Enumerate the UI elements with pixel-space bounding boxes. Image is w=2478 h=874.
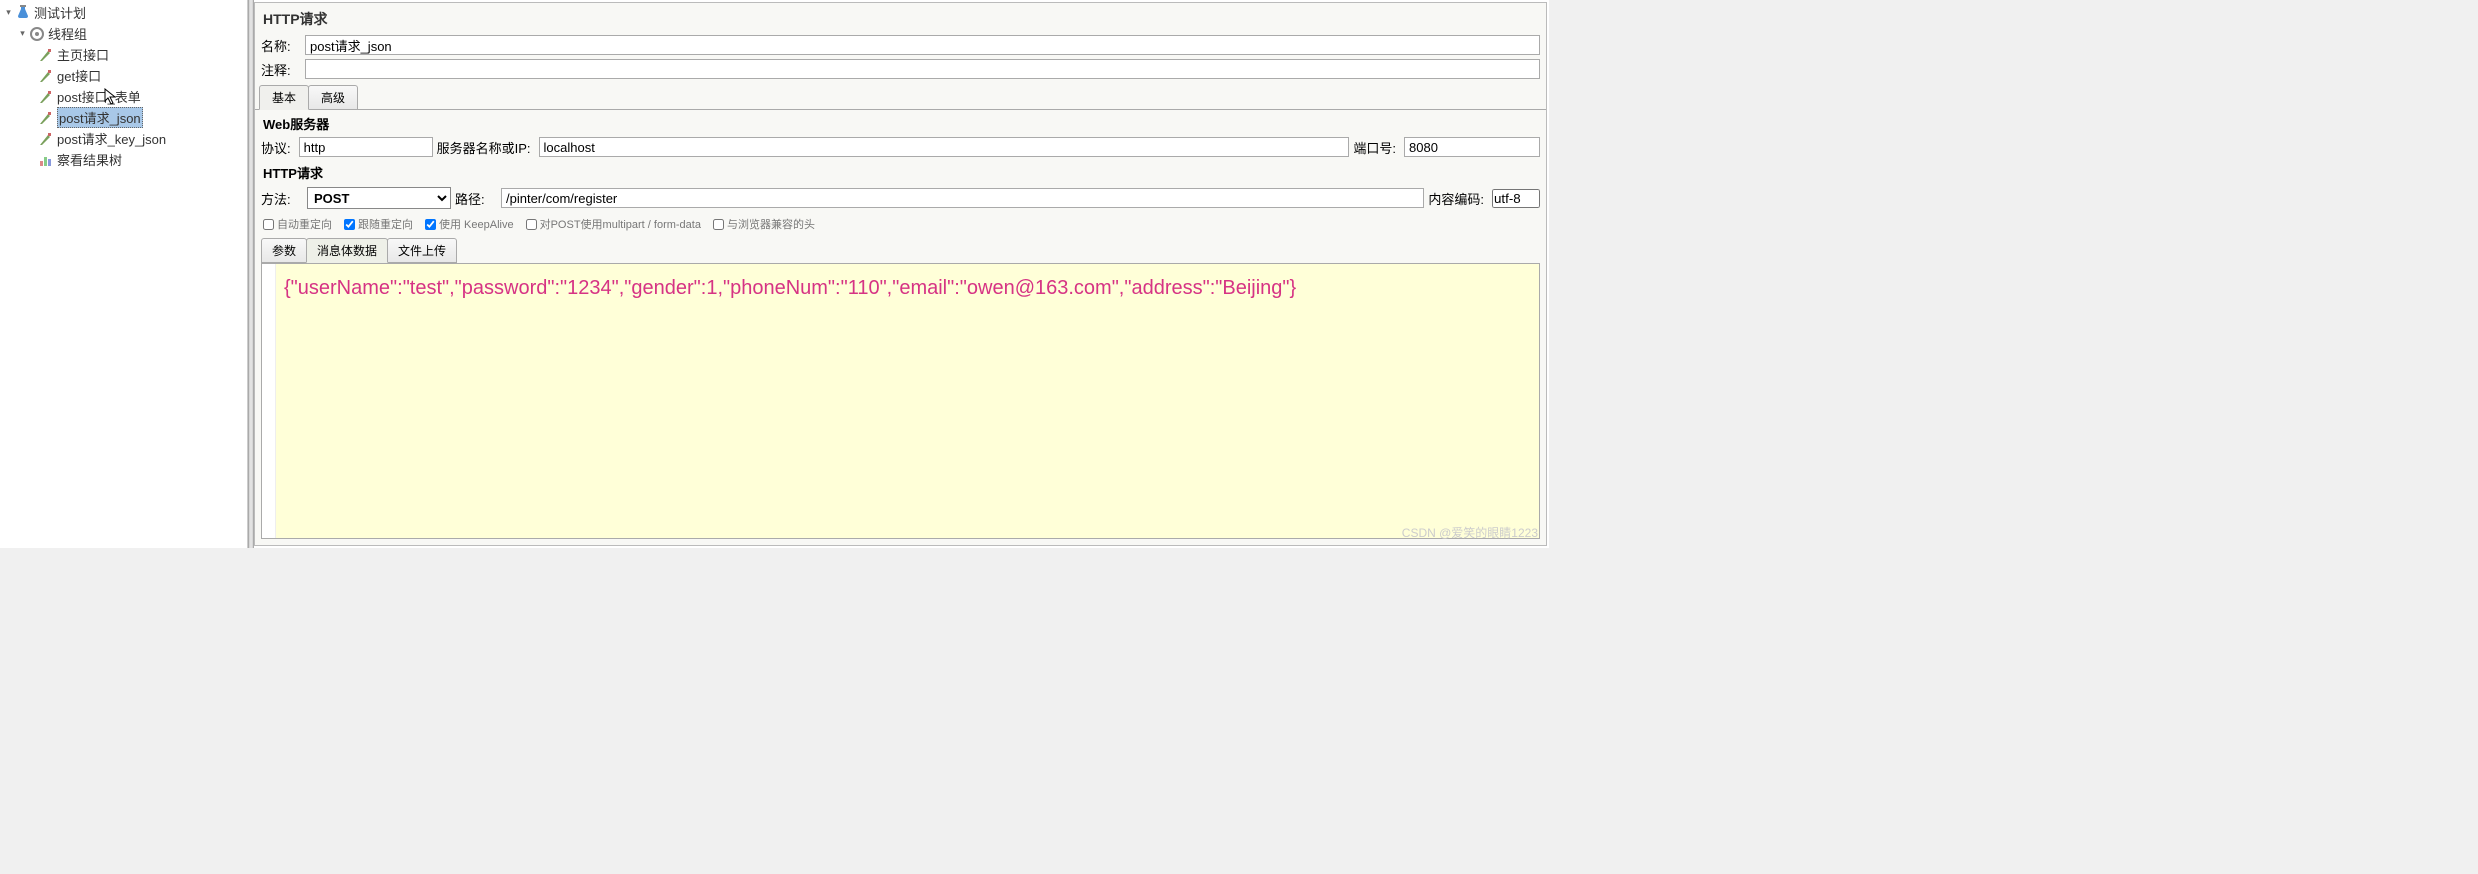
collapse-icon[interactable]: ▾ xyxy=(18,29,27,38)
tree-panel: ▾ 测试计划 ▾ 线程组 主页接口 get接口 post接口_表单 xyxy=(0,0,248,548)
tree-item-label: get接口 xyxy=(57,66,101,85)
tree-root-label: 测试计划 xyxy=(34,3,86,22)
tab-params[interactable]: 参数 xyxy=(261,238,307,263)
gear-icon xyxy=(29,26,45,42)
sampler-icon xyxy=(38,89,54,105)
name-input[interactable] xyxy=(305,35,1540,55)
tab-upload[interactable]: 文件上传 xyxy=(387,238,457,263)
main-panel: HTTP请求 名称: 注释: 基本 高级 Web服务器 协议: 服务器名称或IP… xyxy=(254,2,1547,546)
editor-gutter xyxy=(262,264,276,538)
sampler-icon xyxy=(38,110,54,126)
panel-title: HTTP请求 xyxy=(255,3,1546,33)
method-select[interactable]: POST xyxy=(307,187,451,209)
name-label: 名称: xyxy=(261,36,303,55)
beaker-icon xyxy=(15,5,31,21)
comment-label: 注释: xyxy=(261,60,303,79)
path-input[interactable] xyxy=(501,188,1424,208)
collapse-icon[interactable]: ▾ xyxy=(4,8,13,17)
editor-content[interactable]: {"userName":"test","password":"1234","ge… xyxy=(276,264,1539,538)
body-json-text: {"userName":"test","password":"1234","ge… xyxy=(284,277,1296,299)
enc-input[interactable] xyxy=(1492,189,1540,208)
path-label: 路径: xyxy=(455,189,497,208)
tree-item-0[interactable]: 主页接口 xyxy=(0,44,247,65)
proto-label: 协议: xyxy=(261,138,295,157)
options-row: 自动重定向 跟随重定向 使用 KeepAlive 对POST使用multipar… xyxy=(255,212,1546,236)
tree-group-label: 线程组 xyxy=(48,24,87,43)
browser-headers-check[interactable]: 与浏览器兼容的头 xyxy=(713,216,815,232)
tree-item-4[interactable]: post请求_key_json xyxy=(0,128,247,149)
tab-advanced[interactable]: 高级 xyxy=(308,85,358,109)
tab-basic[interactable]: 基本 xyxy=(259,85,309,110)
sampler-icon xyxy=(38,131,54,147)
watermark: CSDN @爱笑的眼睛1223 xyxy=(1402,524,1538,541)
method-label: 方法: xyxy=(261,189,303,208)
results-icon xyxy=(38,152,54,168)
tree-results[interactable]: 察看结果树 xyxy=(0,149,247,170)
tree-root[interactable]: ▾ 测试计划 xyxy=(0,2,247,23)
auto-redirect-check[interactable]: 自动重定向 xyxy=(263,216,332,232)
tree-item-2[interactable]: post接口_表单 xyxy=(0,86,247,107)
body-tab-bar: 参数 消息体数据 文件上传 xyxy=(255,238,1546,263)
tree-thread-group[interactable]: ▾ 线程组 xyxy=(0,23,247,44)
host-input[interactable] xyxy=(539,137,1350,157)
web-server-section: Web服务器 xyxy=(255,110,1546,135)
tree-results-label: 察看结果树 xyxy=(57,150,122,169)
enc-label: 内容编码: xyxy=(1428,189,1488,208)
host-label: 服务器名称或IP: xyxy=(437,138,535,157)
comment-input[interactable] xyxy=(305,59,1540,79)
multipart-check[interactable]: 对POST使用multipart / form-data xyxy=(526,216,701,232)
tree-item-label: post请求_json xyxy=(57,107,143,128)
follow-redirect-check[interactable]: 跟随重定向 xyxy=(344,216,413,232)
keep-alive-check[interactable]: 使用 KeepAlive xyxy=(425,216,514,232)
proto-input[interactable] xyxy=(299,137,433,157)
port-label: 端口号: xyxy=(1353,138,1400,157)
top-tab-bar: 基本 高级 xyxy=(255,85,1546,110)
tree-item-label: post请求_key_json xyxy=(57,129,166,148)
sampler-icon xyxy=(38,47,54,63)
tree-item-label: post接口_表单 xyxy=(57,87,141,106)
tree-item-3[interactable]: post请求_json xyxy=(0,107,247,128)
port-input[interactable] xyxy=(1404,137,1540,157)
tree-item-1[interactable]: get接口 xyxy=(0,65,247,86)
sampler-icon xyxy=(38,68,54,84)
tab-body[interactable]: 消息体数据 xyxy=(306,238,388,263)
body-editor[interactable]: {"userName":"test","password":"1234","ge… xyxy=(261,263,1540,539)
http-request-section: HTTP请求 xyxy=(255,159,1546,184)
tree-item-label: 主页接口 xyxy=(57,45,109,64)
